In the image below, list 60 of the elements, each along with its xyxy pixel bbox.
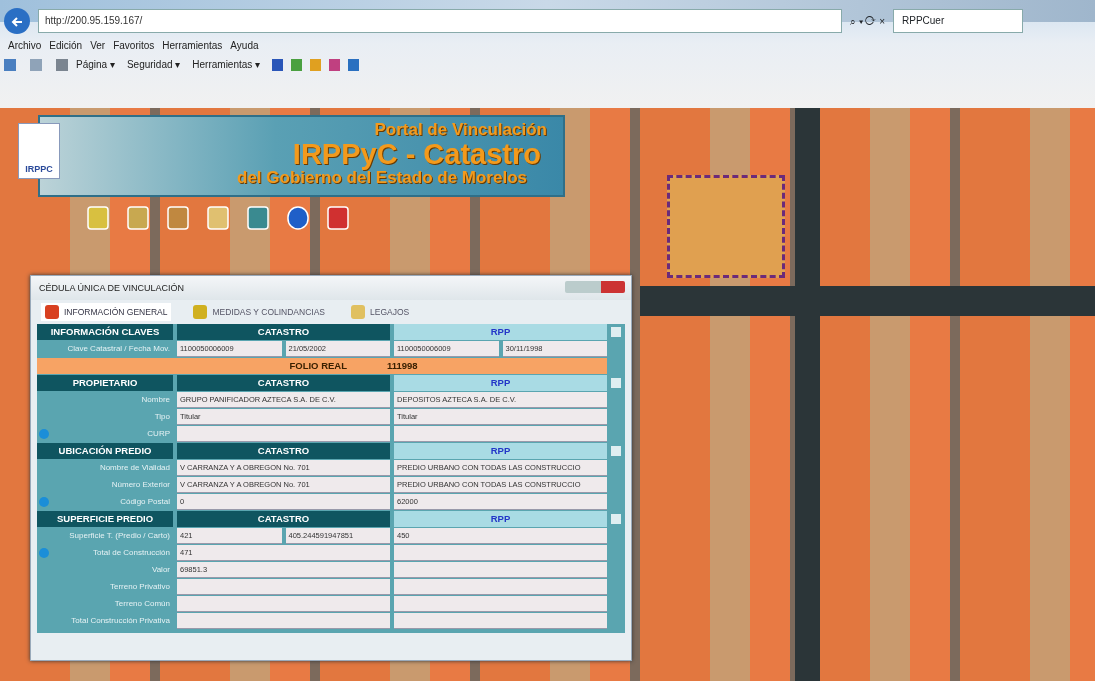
back-button[interactable]	[4, 8, 30, 34]
command-menu[interactable]: Página ▾	[72, 57, 119, 72]
section-checkbox[interactable]	[611, 446, 621, 456]
tab-icon	[193, 305, 208, 319]
field-label: Código Postal	[120, 497, 170, 506]
field-label: CURP	[147, 429, 170, 438]
command-menu[interactable]: Seguridad ▾	[122, 57, 185, 72]
folio-value: 111998	[387, 359, 419, 373]
section-checkbox[interactable]	[611, 514, 621, 524]
address-controls[interactable]: ⌕ ▾ ⟳ ×	[849, 13, 885, 29]
section-header: PROPIETARIO	[37, 375, 173, 391]
field-label: Superficie T. (Predio / Carto)	[69, 531, 170, 540]
column-header: CATASTRO	[177, 443, 390, 459]
column-header: CATASTRO	[177, 375, 390, 391]
folio-label: FOLIO REAL	[288, 359, 348, 373]
column-header: RPP	[394, 375, 607, 391]
field-label: Valor	[151, 565, 170, 574]
satellite-map[interactable]	[0, 108, 1095, 681]
tab-icon	[351, 305, 365, 319]
menu-item[interactable]: Ver	[86, 38, 110, 53]
toolbar-icon[interactable]	[348, 58, 360, 71]
banner-title: IRPPyC - Catastro	[292, 138, 541, 170]
menu-item[interactable]: Herramientas	[158, 38, 227, 53]
column-header: RPP	[394, 443, 607, 459]
section-checkbox[interactable]	[611, 378, 621, 388]
section-header: SUPERFICIE PREDIO	[37, 511, 173, 527]
section-header: UBICACIÓN PREDIO	[37, 443, 173, 459]
window-title: CÉDULA ÚNICA DE VINCULACIÓN	[31, 276, 631, 300]
field-label: Número Exterior	[111, 480, 170, 489]
browser-tab[interactable]: RPPCuer	[893, 9, 1023, 33]
menu-item[interactable]: Favoritos	[109, 38, 159, 53]
tab[interactable]: LEGAJOS	[347, 303, 414, 321]
menu-item[interactable]: Archivo	[4, 38, 46, 53]
tab[interactable]: INFORMACIÓN GENERAL	[41, 303, 172, 321]
field-label: Terreno Privativo	[109, 582, 170, 591]
window-controls[interactable]	[565, 281, 625, 293]
column-header: RPP	[394, 324, 607, 340]
field-label: Clave Catastral / Fecha Mov.	[67, 344, 170, 353]
section-header: INFORMACIÓN CLAVES	[37, 324, 173, 340]
toolbar-icon[interactable]	[272, 58, 284, 71]
field-label: Total de Construcción	[93, 548, 170, 557]
toolbar-icon[interactable]	[291, 58, 303, 71]
field-label: Nombre de Vialidad	[99, 463, 170, 472]
field-label: Nombre	[141, 395, 170, 404]
column-header: RPP	[394, 511, 607, 527]
column-header: CATASTRO	[177, 324, 390, 340]
address-bar[interactable]: http://200.95.159.167/	[38, 9, 842, 33]
banner-subtitle: Portal de Vinculación	[374, 121, 547, 139]
field-label: Terreno Común	[114, 599, 170, 608]
menu-item[interactable]: Ayuda	[226, 38, 263, 53]
tab-icon	[45, 305, 59, 319]
command-menu[interactable]: Herramientas ▾	[188, 57, 265, 72]
field-label: Total Construcción Privativa	[71, 616, 170, 625]
toolbar-icon[interactable]	[329, 58, 341, 71]
field-label: Tipo	[154, 412, 170, 421]
tab[interactable]: MEDIDAS Y COLINDANCIAS	[189, 303, 329, 321]
column-header: CATASTRO	[177, 511, 390, 527]
section-checkbox[interactable]	[611, 327, 621, 337]
logo-text: IRPPC	[25, 162, 53, 176]
menu-item[interactable]: Edición	[45, 38, 87, 53]
